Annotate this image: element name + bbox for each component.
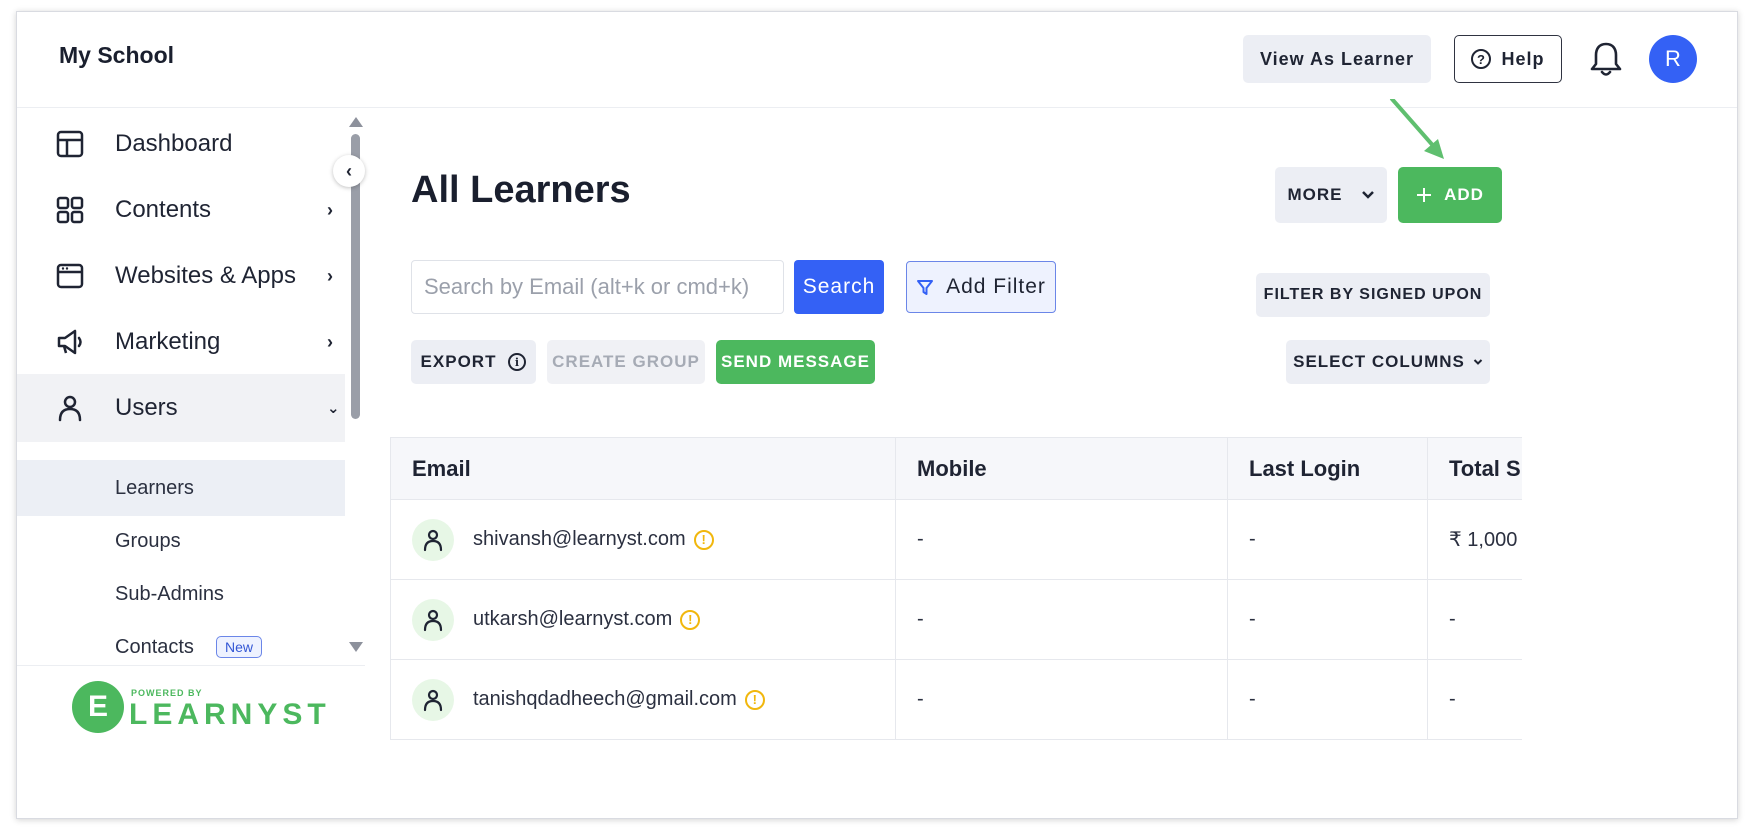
user-avatar-icon [412, 678, 454, 721]
user-avatar-icon [412, 598, 454, 641]
sidebar-item-label: Websites & Apps [115, 262, 296, 289]
total-spent-cell: ₹ 1,000 [1427, 499, 1522, 580]
create-group-button[interactable]: CREATE GROUP [547, 340, 705, 384]
main-content: All Learners MORE ADD Search Add Filter [366, 99, 1737, 818]
plus-icon [1417, 188, 1432, 202]
sidebar-item-contents[interactable]: Contents › [17, 175, 345, 245]
search-button[interactable]: Search [794, 260, 884, 314]
annotation-arrow-icon [1390, 99, 1444, 159]
chevron-down-icon [1473, 359, 1483, 365]
table-row[interactable]: utkarsh@learnyst.com ! - - - [390, 579, 1522, 660]
email-cell: utkarsh@learnyst.com ! [390, 579, 896, 660]
last-login-cell: - [1227, 499, 1428, 580]
mobile-cell: - [895, 579, 1228, 660]
sidebar-footer: E POWERED BY LEARNYST [17, 665, 365, 818]
layout-icon [56, 130, 84, 158]
powered-by-label: POWERED BY [131, 688, 203, 698]
page-title: All Learners [411, 169, 631, 211]
table-row[interactable]: shivansh@learnyst.com ! - - ₹ 1,000 [390, 499, 1522, 580]
warning-icon[interactable]: ! [693, 529, 714, 550]
user-icon [58, 395, 82, 422]
learner-email[interactable]: utkarsh@learnyst.com [473, 608, 672, 631]
column-header-total-spent[interactable]: Total Sp [1427, 437, 1522, 500]
mobile-cell: - [895, 659, 1228, 740]
chevron-right-icon: › [327, 199, 333, 220]
total-spent-cell: - [1427, 659, 1522, 740]
user-avatar[interactable]: R [1649, 35, 1697, 83]
chevron-down-icon: ⌄ [327, 400, 340, 417]
export-label: EXPORT [420, 352, 497, 371]
sidebar-item-websites-apps[interactable]: Websites & Apps › [17, 241, 345, 311]
total-spent-cell: - [1427, 579, 1522, 660]
user-avatar-icon [412, 518, 454, 561]
chevron-right-icon: › [327, 331, 333, 352]
column-header-mobile[interactable]: Mobile [895, 437, 1228, 500]
filter-by-signed-upon-button[interactable]: FILTER BY SIGNED UPON [1256, 273, 1490, 317]
table-row[interactable]: tanishqdadheech@gmail.com ! - - - [390, 659, 1522, 740]
chevron-down-icon [1361, 191, 1374, 199]
megaphone-icon [57, 329, 82, 355]
sidebar-item-label: Marketing [115, 328, 221, 355]
column-header-email[interactable]: Email [390, 437, 896, 500]
view-as-learner-button[interactable]: View As Learner [1243, 35, 1431, 83]
school-name: My School [59, 42, 175, 68]
sidebar-item-users[interactable]: Users ⌄ [17, 374, 345, 442]
app-window: My School View As Learner ? Help R Dashb… [16, 11, 1738, 819]
collapse-sidebar-button[interactable]: ‹ [333, 155, 365, 187]
send-message-button[interactable]: SEND MESSAGE [716, 340, 875, 384]
search-input[interactable] [411, 260, 784, 314]
sidebar-subitem-learners[interactable]: Learners [17, 460, 345, 516]
sidebar-item-label: Contents [115, 196, 212, 223]
grid-icon [56, 196, 84, 224]
table-header-row: Email Mobile Last Login Total Sp [390, 437, 1522, 500]
learner-email[interactable]: tanishqdadheech@gmail.com [473, 688, 737, 711]
column-header-last-login[interactable]: Last Login [1227, 437, 1428, 500]
sidebar-subitem-sub-admins[interactable]: Sub-Admins [17, 566, 345, 622]
add-filter-button[interactable]: Add Filter [906, 261, 1056, 313]
browser-icon [56, 263, 84, 289]
more-dropdown-button[interactable]: MORE [1275, 167, 1387, 223]
subitem-label: Groups [115, 529, 181, 552]
new-badge: New [216, 636, 263, 658]
scroll-up-arrow-icon[interactable] [349, 117, 363, 127]
filter-icon [917, 280, 934, 295]
help-label: Help [1501, 48, 1545, 69]
subitem-label: Learners [115, 476, 194, 499]
learnyst-logo-icon: E [72, 681, 124, 733]
sidebar-item-dashboard[interactable]: Dashboard [17, 109, 345, 179]
learners-table: Email Mobile Last Login Total Sp [390, 437, 1522, 818]
subitem-label: Sub-Admins [115, 582, 224, 605]
top-bar: My School View As Learner ? Help R [17, 12, 1737, 108]
warning-icon[interactable]: ! [744, 689, 765, 710]
info-icon[interactable]: i [508, 353, 527, 371]
sidebar-subitem-groups[interactable]: Groups [17, 513, 345, 569]
sidebar: Dashboard Contents › Websites & Apps › M… [17, 109, 365, 818]
help-button[interactable]: ? Help [1454, 35, 1562, 83]
bell-icon[interactable] [1589, 40, 1623, 78]
subitem-label: Contacts [115, 635, 194, 658]
email-cell: shivansh@learnyst.com ! [390, 499, 896, 580]
sidebar-item-marketing[interactable]: Marketing › [17, 307, 345, 377]
select-columns-button[interactable]: SELECT COLUMNS [1286, 340, 1490, 384]
sidebar-item-label: Users [115, 394, 178, 421]
help-circle-icon: ? [1471, 49, 1492, 69]
email-cell: tanishqdadheech@gmail.com ! [390, 659, 896, 740]
add-filter-label: Add Filter [946, 275, 1046, 298]
last-login-cell: - [1227, 659, 1428, 740]
warning-icon[interactable]: ! [680, 609, 701, 630]
more-label: MORE [1287, 185, 1343, 204]
select-columns-label: SELECT COLUMNS [1293, 352, 1465, 371]
add-label: ADD [1444, 185, 1484, 204]
scroll-down-arrow-icon[interactable] [349, 642, 363, 652]
brand-name: LEARNYST [129, 698, 331, 731]
sidebar-item-label: Dashboard [115, 130, 233, 157]
learner-email[interactable]: shivansh@learnyst.com [473, 528, 686, 551]
last-login-cell: - [1227, 579, 1428, 660]
export-button[interactable]: EXPORT i [411, 340, 536, 384]
add-learner-button[interactable]: ADD [1398, 167, 1502, 223]
chevron-right-icon: › [327, 265, 333, 286]
mobile-cell: - [895, 499, 1228, 580]
